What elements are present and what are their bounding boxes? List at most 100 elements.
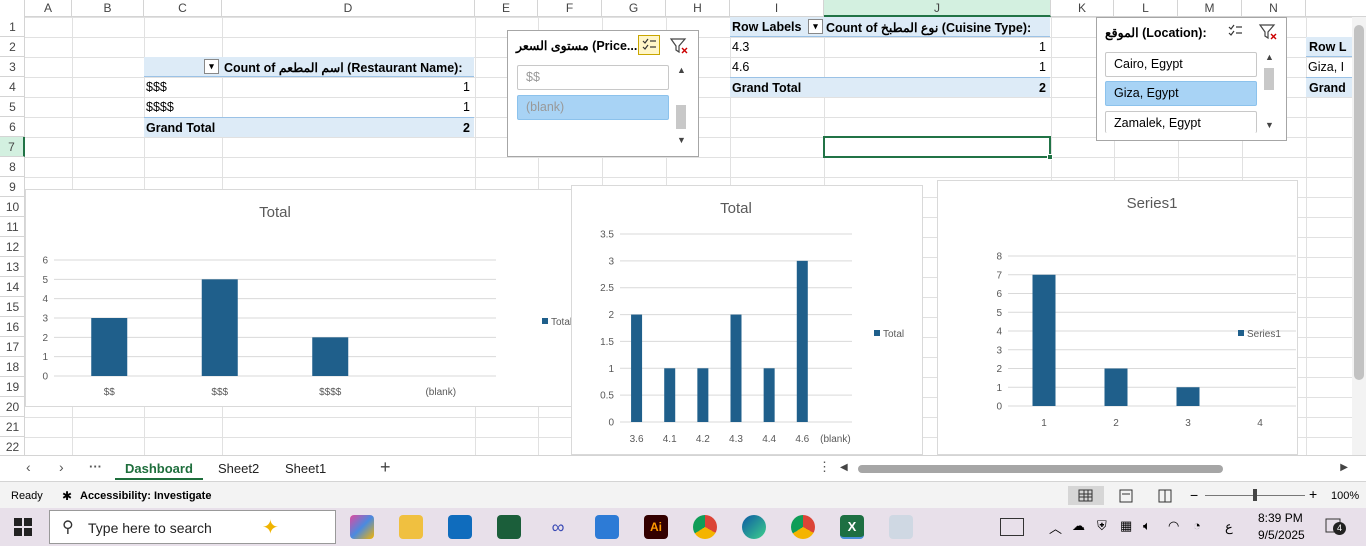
row-header-15[interactable]: 15: [0, 297, 25, 317]
tab-sheet1[interactable]: Sheet1: [275, 458, 336, 480]
col-header-a[interactable]: A: [25, 0, 72, 17]
more-sheets-icon[interactable]: ···: [89, 459, 102, 474]
scroll-up-icon[interactable]: ▲: [1265, 52, 1274, 62]
row-header-3[interactable]: 3: [0, 57, 25, 77]
location-slicer-item[interactable]: Cairo, Egypt: [1105, 52, 1257, 77]
link-app-icon[interactable]: ∞: [546, 515, 570, 539]
pivot2-total-row[interactable]: Grand Total 2: [730, 77, 1050, 97]
chart-title[interactable]: Series1: [1127, 195, 1178, 212]
security-icon[interactable]: ⛨: [1097, 518, 1107, 534]
location-slicer-item[interactable]: Zamalek, Egypt: [1105, 111, 1257, 133]
location-slicer[interactable]: الموقع (Location): Cairo, Egypt Giza, Eg…: [1096, 17, 1287, 141]
col-header-e[interactable]: E: [475, 0, 538, 17]
row-header-9[interactable]: 9: [0, 177, 25, 197]
vertical-scroll-thumb[interactable]: [1354, 25, 1364, 380]
active-cell[interactable]: [823, 136, 1053, 160]
solitaire-icon[interactable]: [497, 515, 521, 539]
pivot3-row-label[interactable]: Giza, I: [1308, 60, 1344, 74]
col-header-c[interactable]: C: [144, 0, 222, 17]
normal-view-icon[interactable]: [1068, 486, 1104, 505]
chrome-profile-icon[interactable]: [791, 515, 815, 539]
row-header-21[interactable]: 21: [0, 417, 25, 437]
zoom-in-icon[interactable]: +: [1309, 486, 1317, 502]
col-header-i[interactable]: I: [730, 0, 824, 17]
notification-icon[interactable]: 4: [1325, 516, 1346, 536]
bar[interactable]: [796, 260, 808, 422]
scroll-right-icon[interactable]: ▶: [1340, 462, 1348, 473]
illustrator-icon[interactable]: Ai: [644, 515, 668, 539]
pivot1-row-label[interactable]: $$$$: [146, 100, 174, 114]
tab-sheet2[interactable]: Sheet2: [208, 458, 269, 480]
pivot2-row-label[interactable]: 4.3: [732, 40, 749, 54]
clock-time[interactable]: 8:39 PM: [1258, 511, 1303, 525]
pivot1-row-label[interactable]: $$$: [146, 80, 167, 94]
pivot2-row-value[interactable]: 1: [976, 40, 1046, 54]
bar[interactable]: [1032, 274, 1056, 406]
keyboard-icon[interactable]: [1000, 518, 1024, 536]
bar[interactable]: [631, 314, 643, 422]
onedrive-icon[interactable]: ☁: [1072, 518, 1085, 534]
next-sheet-icon[interactable]: ›: [59, 459, 64, 475]
col-header-j[interactable]: J: [824, 0, 1051, 17]
row-header-1[interactable]: 1: [0, 17, 25, 37]
clear-filter-icon[interactable]: [1257, 22, 1279, 42]
chart-title[interactable]: Total: [259, 204, 291, 221]
legend-label[interactable]: Total: [551, 317, 572, 328]
bar[interactable]: [312, 337, 349, 376]
accessibility-icon[interactable]: ✱: [62, 489, 72, 503]
col-header-m[interactable]: M: [1178, 0, 1242, 17]
clear-filter-icon[interactable]: [668, 36, 690, 56]
scroll-up-icon[interactable]: ▲: [677, 65, 686, 75]
rating-count-chart[interactable]: Total 0 0.5 1 1.5 2 2.5 3 3.5 3.6 4.1 4.2 4.3 4.4 4.6 (…: [571, 185, 923, 455]
price-slicer-item-selected[interactable]: (blank): [517, 95, 669, 120]
row-header-17[interactable]: 17: [0, 337, 25, 357]
row-header-11[interactable]: 11: [0, 217, 25, 237]
clock-date[interactable]: 9/5/2025: [1258, 528, 1305, 542]
scroll-thumb[interactable]: [1264, 68, 1274, 90]
scroll-down-icon[interactable]: ▼: [677, 135, 686, 145]
page-break-view-icon[interactable]: [1157, 486, 1173, 505]
bar[interactable]: [201, 279, 238, 376]
row-labels-dropdown-icon[interactable]: ▾: [808, 19, 823, 34]
row-header-8[interactable]: 8: [0, 157, 25, 177]
scroll-down-icon[interactable]: ▼: [1265, 120, 1274, 130]
price-slicer-scrollbar[interactable]: ▲ ▼: [674, 65, 688, 149]
horizontal-scroll-thumb[interactable]: [858, 465, 1223, 473]
pivot1-row-value[interactable]: 1: [400, 100, 470, 114]
row-header-5[interactable]: 5: [0, 97, 25, 117]
col-header-d[interactable]: D: [222, 0, 475, 17]
pivot1-total-row[interactable]: Grand Total 2: [144, 117, 474, 137]
chart-title[interactable]: Total: [720, 200, 752, 217]
row-header-19[interactable]: 19: [0, 377, 25, 397]
location-slicer-item-selected[interactable]: Giza, Egypt: [1105, 81, 1257, 106]
row-header-20[interactable]: 20: [0, 397, 25, 417]
filter-dropdown-icon[interactable]: ▾: [204, 59, 219, 74]
row-header-7[interactable]: 7: [0, 137, 25, 157]
excel-icon[interactable]: X: [840, 515, 864, 539]
col-header-g[interactable]: G: [602, 0, 666, 17]
app-window-icon[interactable]: [889, 515, 913, 539]
add-sheet-icon[interactable]: +: [380, 457, 391, 478]
zoom-level[interactable]: 100%: [1331, 490, 1359, 502]
chrome-icon[interactable]: [693, 515, 717, 539]
pivot1-row-value[interactable]: 1: [400, 80, 470, 94]
zoom-slider[interactable]: [1205, 489, 1305, 501]
scroll-left-icon[interactable]: ◀: [840, 462, 848, 473]
scroll-thumb[interactable]: [676, 105, 686, 129]
multi-select-icon[interactable]: [1225, 22, 1247, 42]
edge-icon[interactable]: [742, 515, 766, 539]
zoom-slider-thumb[interactable]: [1253, 489, 1257, 501]
col-header-h[interactable]: H: [666, 0, 730, 17]
col-header-k[interactable]: K: [1051, 0, 1114, 17]
price-slicer-item[interactable]: $$: [517, 65, 669, 90]
row-header-22[interactable]: 22: [0, 437, 25, 457]
select-all-corner[interactable]: [0, 0, 25, 17]
row-header-13[interactable]: 13: [0, 257, 25, 277]
ime-icon[interactable]: ▦: [1120, 518, 1132, 534]
zoom-out-icon[interactable]: −: [1190, 487, 1198, 503]
row-header-4[interactable]: 4: [0, 77, 25, 97]
price-count-chart[interactable]: Total 0 1 2 3 4 5 6 $$ $$$ $$$$ (blank) Total: [25, 189, 580, 407]
col-header-n[interactable]: N: [1242, 0, 1306, 17]
vertical-scrollbar[interactable]: [1352, 17, 1366, 455]
volume-icon[interactable]: 🔈︎: [1143, 518, 1151, 534]
